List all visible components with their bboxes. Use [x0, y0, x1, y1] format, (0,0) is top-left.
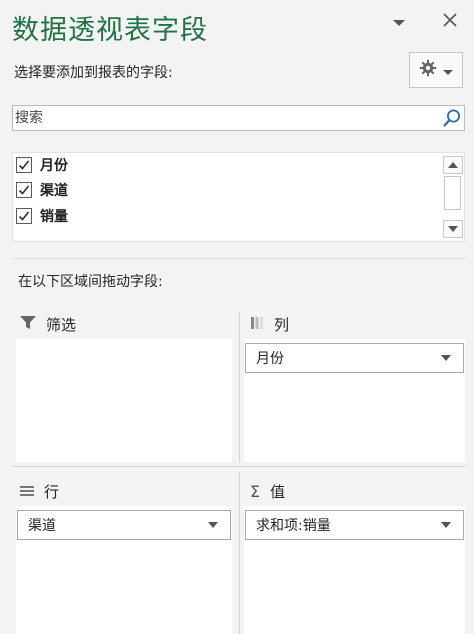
columns-area-title: 列: [274, 316, 290, 334]
filter-icon: [20, 315, 36, 334]
field-list-scrollbar[interactable]: [443, 152, 464, 241]
pane-title: 数据透视表字段: [12, 15, 208, 46]
field-list: 月份 渠道 销量: [12, 152, 465, 242]
close-icon[interactable]: [442, 12, 458, 33]
columns-drop-area[interactable]: 月份: [244, 339, 465, 462]
values-area-title: 值: [270, 483, 286, 501]
chevron-down-icon[interactable]: [441, 355, 451, 361]
filters-area-title: 筛选: [46, 316, 77, 334]
chevron-down-icon[interactable]: [208, 522, 218, 528]
rows-drop-area[interactable]: 渠道: [16, 506, 232, 634]
checkbox-checked[interactable]: [16, 182, 32, 198]
checkbox-checked[interactable]: [16, 208, 32, 224]
field-label: 销量: [40, 209, 68, 225]
values-drop-area[interactable]: 求和项:销量: [244, 506, 465, 634]
sigma-icon: Σ: [250, 482, 261, 501]
section-divider: [12, 258, 465, 259]
field-item-channel[interactable]: 渠道: [16, 179, 68, 201]
field-pill-label: 月份: [256, 351, 284, 367]
scroll-down-button[interactable]: [443, 220, 463, 238]
field-pill-label: 求和项:销量: [256, 518, 331, 534]
filters-drop-area[interactable]: [16, 339, 232, 462]
columns-field-pill[interactable]: 月份: [245, 343, 464, 373]
field-label: 渠道: [40, 183, 68, 199]
field-pill-label: 渠道: [28, 518, 56, 534]
tools-button[interactable]: [409, 52, 463, 88]
rows-field-pill[interactable]: 渠道: [17, 510, 231, 540]
rows-icon: [20, 483, 34, 501]
filters-area-header: 筛选: [20, 314, 76, 335]
scroll-up-button[interactable]: [443, 156, 463, 174]
chevron-down-icon[interactable]: [441, 522, 451, 528]
checkbox-checked[interactable]: [16, 157, 32, 173]
areas-label: 在以下区域间拖动字段:: [18, 274, 163, 290]
search-field[interactable]: [12, 105, 465, 131]
rows-area-title: 行: [44, 483, 60, 501]
area-separator: [239, 472, 240, 634]
values-field-pill[interactable]: 求和项:销量: [245, 510, 464, 540]
area-separator: [239, 312, 240, 462]
field-label: 月份: [40, 158, 68, 174]
chevron-down-icon: [443, 61, 453, 80]
choose-fields-label: 选择要添加到报表的字段:: [14, 65, 173, 81]
gear-icon: [419, 59, 437, 81]
chevron-down-icon[interactable]: [392, 12, 406, 33]
values-area-header: Σ 值: [250, 481, 285, 502]
columns-area-header: 列: [250, 314, 289, 335]
scroll-thumb[interactable]: [444, 176, 461, 210]
columns-icon: [250, 316, 264, 334]
field-item-month[interactable]: 月份: [16, 154, 68, 176]
search-icon[interactable]: [442, 108, 462, 132]
rows-area-header: 行: [20, 481, 59, 502]
field-item-sales[interactable]: 销量: [16, 205, 68, 227]
area-separator: [12, 466, 465, 467]
search-input[interactable]: [15, 107, 435, 129]
